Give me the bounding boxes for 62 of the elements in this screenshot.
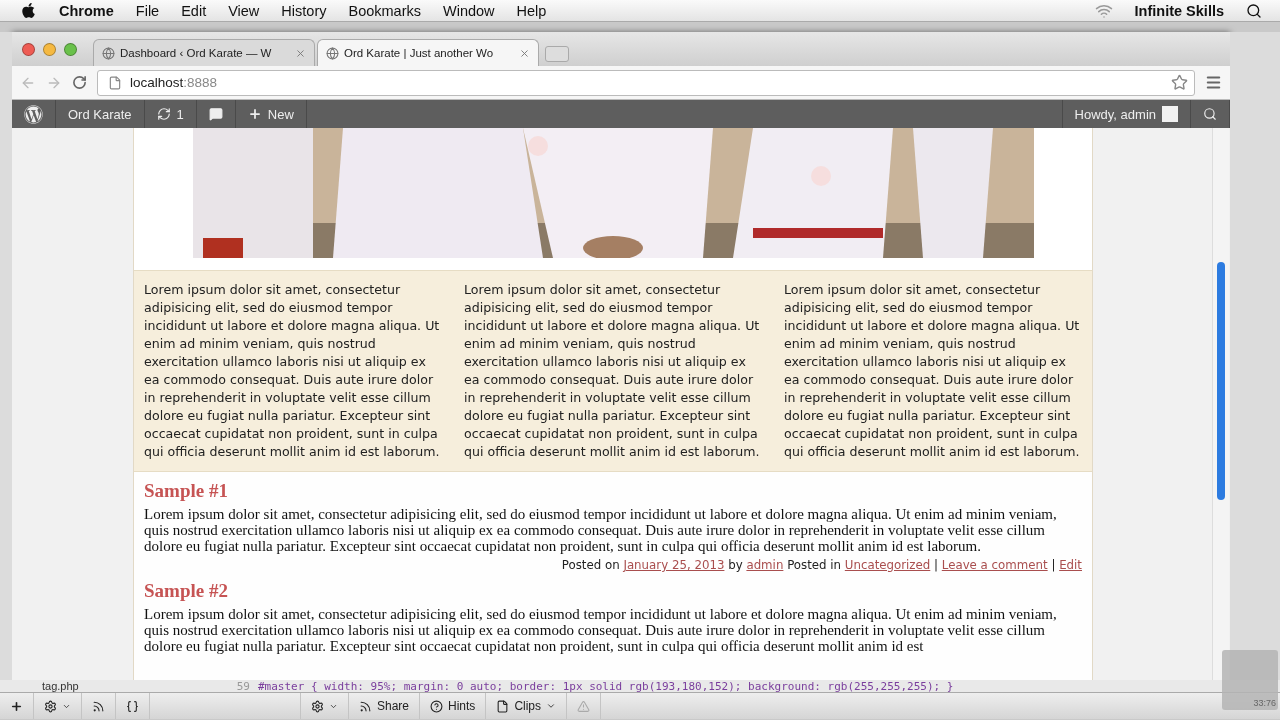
post-title[interactable]: Sample #1: [144, 480, 1082, 502]
code-line: #master { width: 95%; margin: 0 auto; border: 1px solid rgb(193,180,152); background: rgb(255,255,255); }: [258, 680, 954, 692]
close-icon[interactable]: [519, 47, 530, 59]
globe-icon: [102, 46, 115, 60]
gear-icon: [44, 699, 57, 713]
menu-item[interactable]: History: [281, 2, 327, 19]
date-link[interactable]: January 25, 2013: [623, 558, 725, 572]
settings-button[interactable]: [300, 693, 349, 719]
post-title[interactable]: Sample #2: [144, 580, 1082, 602]
close-button[interactable]: [22, 42, 35, 56]
plus-icon: [10, 699, 23, 713]
edit-link[interactable]: Edit: [1059, 558, 1082, 572]
help-icon: [430, 699, 444, 713]
browser-tab[interactable]: Dashboard ‹ Ord Karate — W: [93, 39, 315, 66]
file-name[interactable]: tag.php: [0, 680, 210, 692]
minimize-button[interactable]: [43, 42, 56, 56]
post-body: Lorem ipsum dolor sit amet, consectetur adipisicing elit, sed do eiusmod tempor incididunt ut labore et dolore magna aliqua. Ut enim ad minim veniam, quis nostrud exercitation ullamco laboris nisi ut aliquip ex ea commodo consequat. Duis aute irure dolor in reprehenderit in voluptate velit esse cillum dolore eu fugiat nulla pariatur. Excepteur sint occaecat cupidatat non proident, sunt in culpa qui officia deserunt mollit anim id est: [144, 606, 1058, 654]
column-text: Lorem ipsum dolor sit amet, consectetur adipisicing elit, sed do eiusmod tempor incididunt ut labore et dolore magna aliqua. Ut enim ad minim veniam, quis nostrud exercitation ullamco laboris nisi ut aliquip ex ea commodo consequat. Duis aute irure dolor in reprehenderit in voluptate velit esse cillum dolore eu fugiat nulla pariatur. Excepteur sint occaecat cupidatat non proident, sunt in culpa qui officia deserunt mollit anim id est laborum.: [464, 281, 761, 461]
column-text: Lorem ipsum dolor sit amet, consectetur adipisicing elit, sed do eiusmod tempor incididunt ut labore et dolore magna aliqua. Ut enim ad minim veniam, quis nostrud exercitation ullamco laboris nisi ut aliquip ex ea commodo consequat. Duis aute irure dolor in reprehenderit in voluptate velit esse cillum dolore eu fugiat nulla pariatur. Excepteur sint occaecat cupidatat non proident, sunt in culpa qui officia deserunt mollit anim id est laborum.: [144, 281, 441, 461]
refresh-icon: [156, 107, 171, 121]
wordpress-logo: [24, 104, 43, 124]
timer-text: 33:76: [1253, 698, 1276, 708]
globe-icon: [326, 46, 339, 60]
menu-item[interactable]: View: [228, 2, 260, 19]
column-text: Lorem ipsum dolor sit amet, consectetur adipisicing elit, sed do eiusmod tempor incididunt ut labore et dolore magna aliqua. Ut enim ad minim veniam, quis nostrud exercitation ullamco laboris nisi ut aliquip ex ea commodo consequat. Duis aute irure dolor in reprehenderit in voluptate velit esse cillum dolore eu fugiat nulla pariatur. Excepteur sint occaecat cupidatat non proident, sunt in culpa qui officia deserunt mollit anim id est laborum.: [784, 281, 1081, 461]
author-link[interactable]: admin: [746, 558, 784, 572]
menu-item[interactable]: Window: [443, 2, 495, 19]
menu-button[interactable]: [1205, 74, 1222, 91]
menu-item[interactable]: Help: [516, 2, 547, 19]
toolbar-button[interactable]: Hints: [420, 693, 487, 719]
scrollbar-thumb[interactable]: [1217, 262, 1225, 500]
feed-icon: [92, 699, 105, 713]
zoom-button[interactable]: [64, 42, 77, 56]
toolbar-button[interactable]: Share: [349, 693, 421, 719]
menu-item[interactable]: Bookmarks: [348, 2, 421, 19]
menu-item[interactable]: File: [135, 2, 160, 19]
speech-bubble-icon: [208, 107, 223, 121]
warning-icon: [577, 699, 591, 713]
address-field[interactable]: localhost:8888: [97, 69, 1195, 96]
browser-tab[interactable]: Ord Karate | Just another Wo: [317, 39, 539, 66]
comment-link[interactable]: Leave a comment: [941, 558, 1048, 572]
feed-icon: [359, 699, 372, 713]
braces-icon: [126, 699, 139, 713]
line-number: 59: [235, 680, 251, 692]
search-icon: [1203, 107, 1217, 121]
menu-item[interactable]: Edit: [181, 2, 207, 19]
apple-icon[interactable]: [20, 2, 37, 19]
page-icon: [108, 75, 122, 90]
plus-icon: [247, 107, 262, 121]
bookmark-star-icon[interactable]: [1171, 74, 1188, 91]
reload-button[interactable]: [72, 75, 87, 90]
document-icon: [496, 699, 510, 713]
post-meta: Posted on January 25, 2013 by admin Posted in Uncategorized | Leave a comment | Edit: [560, 558, 1082, 572]
caret-icon: [546, 701, 557, 711]
app-menu[interactable]: Chrome: [59, 2, 114, 19]
gear-icon: [311, 699, 324, 713]
search-icon[interactable]: [1246, 2, 1262, 19]
toolbar-button[interactable]: Clips: [486, 693, 568, 719]
post-body: Lorem ipsum dolor sit amet, consectetur adipisicing elit, sed do eiusmod tempor incididunt ut labore et dolore magna aliqua. Ut enim ad minim veniam, quis nostrud exercitation ullamco laboris nisi ut aliquip ex ea commodo consequat. Duis aute irure dolor in reprehenderit in voluptate velit esse cillum dolore eu fugiat nulla pariatur. Excepteur sint occaecat cupidatat non proident, sunt in culpa qui officia deserunt mollit anim id est laborum.: [144, 506, 1058, 554]
close-icon[interactable]: [295, 47, 306, 59]
category-link[interactable]: Uncategorized: [844, 558, 931, 572]
status-text: Infinite Skills: [1134, 2, 1224, 19]
